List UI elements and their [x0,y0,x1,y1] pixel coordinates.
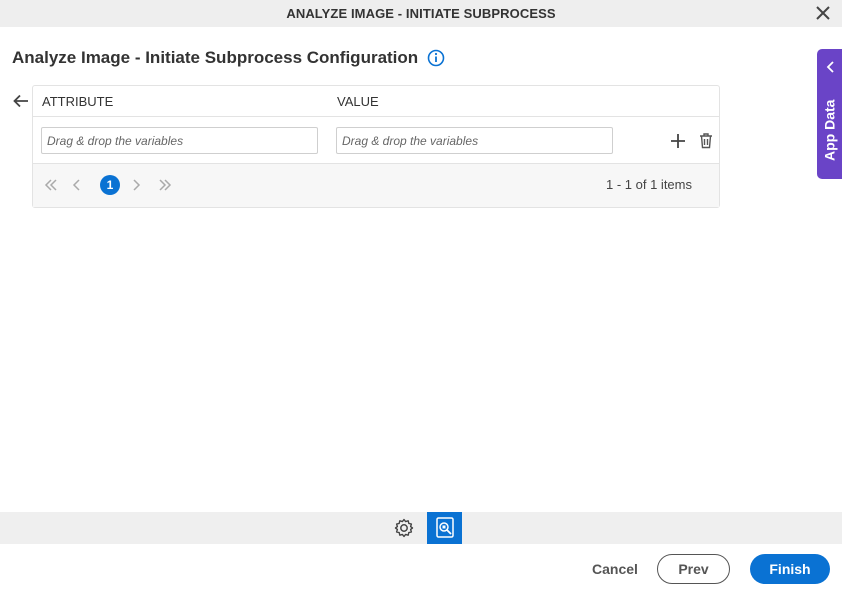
cancel-button[interactable]: Cancel [588,554,642,584]
attribute-grid: ATTRIBUTE VALUE 1 1 - 1 of 1 items [32,85,720,208]
previous-page-icon[interactable] [70,178,84,192]
grid-header: ATTRIBUTE VALUE [33,86,719,117]
last-page-icon[interactable] [158,178,172,192]
app-data-label: App Data [821,99,838,161]
info-icon[interactable] [427,49,445,67]
back-arrow-icon[interactable] [12,93,30,109]
pagination-bar: 1 1 - 1 of 1 items [33,164,719,207]
app-data-panel-tab[interactable]: App Data [817,49,842,179]
attribute-input[interactable] [41,127,318,154]
prev-button[interactable]: Prev [657,554,730,584]
first-page-icon[interactable] [44,178,58,192]
delete-row-icon[interactable] [698,132,714,149]
gear-icon[interactable] [393,517,415,539]
table-row [33,117,719,164]
finish-button[interactable]: Finish [750,554,830,584]
chevron-left-icon [826,61,834,73]
bottom-toolbar [0,512,842,544]
column-header-value: VALUE [337,94,379,109]
page-header: Analyze Image - Initiate Subprocess Conf… [12,48,445,68]
page-title: Analyze Image - Initiate Subprocess Conf… [12,48,419,67]
close-icon[interactable] [814,4,832,22]
window-title: ANALYZE IMAGE - INITIATE SUBPROCESS [286,6,556,21]
image-analysis-icon [435,517,454,538]
column-header-attribute: ATTRIBUTE [42,94,114,109]
pagination-info: 1 - 1 of 1 items [606,177,692,192]
analyze-image-tool-button[interactable] [427,512,462,544]
title-bar: ANALYZE IMAGE - INITIATE SUBPROCESS [0,0,842,27]
value-input[interactable] [336,127,613,154]
add-row-icon[interactable] [670,133,686,149]
next-page-icon[interactable] [129,178,143,192]
current-page-number[interactable]: 1 [100,175,120,195]
